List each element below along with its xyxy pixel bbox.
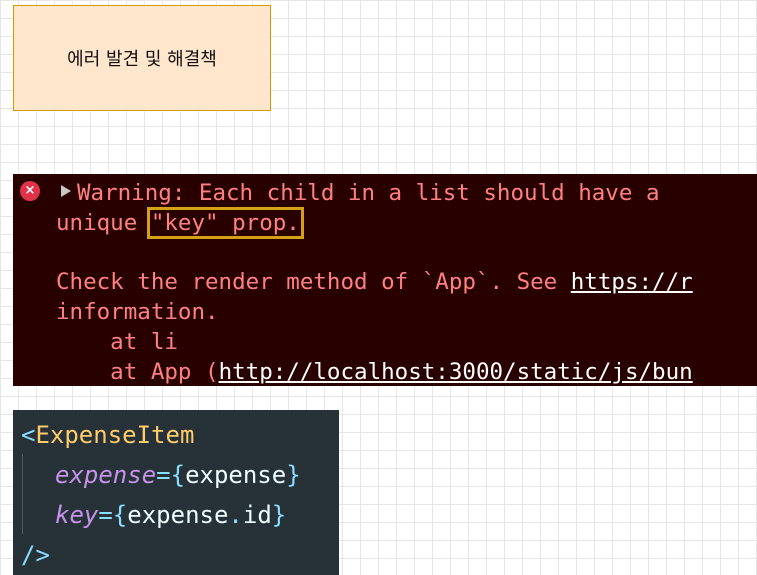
render-method-line: Check the render method of `App`. See ht… [56, 267, 693, 297]
warning-text-unique: unique [56, 210, 151, 236]
dot: . [228, 501, 243, 529]
attr-key: key [55, 501, 99, 529]
note-box: 에러 발견 및 해결책 [13, 5, 271, 111]
tag-name: ExpenseItem [35, 421, 195, 449]
docs-link[interactable]: https://r [571, 269, 693, 295]
console-error-panel: × Warning: Each child in a list should h… [13, 174, 757, 386]
attr-key-object: expense [127, 501, 229, 529]
warning-line-2: unique "key" prop. [56, 207, 304, 239]
warning-line: Warning: Each child in a list should hav… [77, 180, 660, 206]
code-line-expense-prop: expense={expense} [55, 455, 301, 495]
highlighted-key-prop: "key" prop. [146, 207, 304, 239]
stack-line-li: at li [56, 329, 178, 355]
information-line: information. [56, 299, 219, 325]
stack-line-app: at App (http://localhost:3000/static/js/… [56, 357, 693, 386]
close-brace-2: } [271, 501, 287, 529]
code-line-self-close: /> [21, 541, 50, 569]
render-method-text: Check the render method of `App`. See [56, 269, 571, 295]
attr-expense: expense [55, 461, 157, 489]
close-brace: } [286, 461, 301, 489]
note-text: 에러 발견 및 해결책 [67, 49, 217, 70]
attr-expense-value: expense [185, 461, 287, 489]
code-line-open-tag: <ExpenseItem [21, 415, 194, 455]
bundle-link[interactable]: http://localhost:3000/static/js/bun [219, 359, 693, 385]
indent-guide [22, 454, 23, 534]
stack-app-text: at App ( [56, 359, 219, 385]
open-bracket: < [21, 421, 36, 449]
error-icon: × [20, 181, 40, 201]
equals-brace-2: ={ [98, 501, 128, 529]
expand-triangle-icon[interactable] [61, 185, 71, 197]
attr-key-prop: id [242, 501, 272, 529]
equals-brace: ={ [156, 461, 186, 489]
code-line-key-prop: key={expense.id} [55, 495, 286, 535]
code-snippet: <ExpenseItem expense={expense} key={expe… [13, 410, 339, 575]
